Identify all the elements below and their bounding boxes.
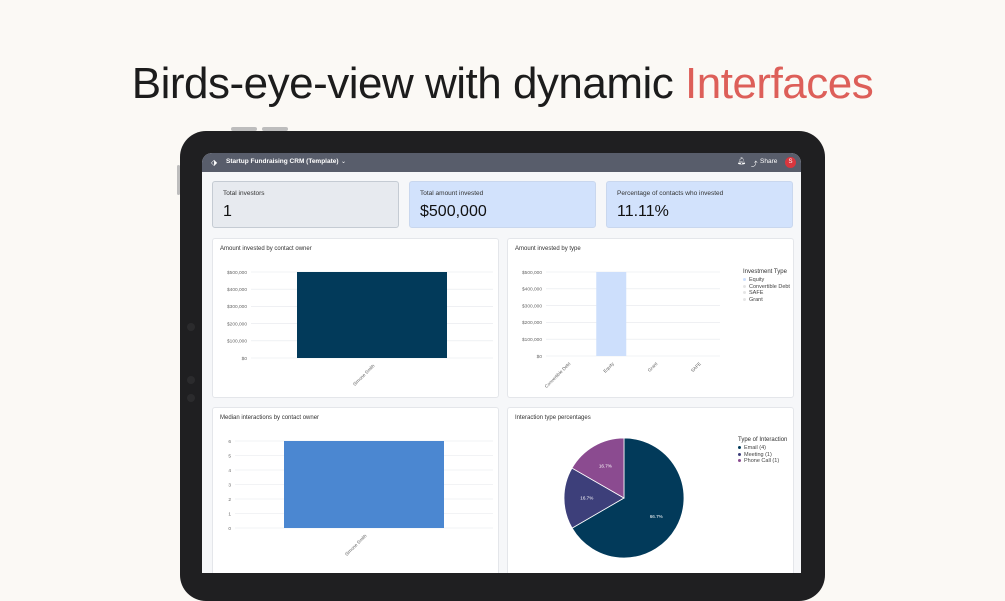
headline: Birds-eye-view with dynamic Interfaces xyxy=(0,58,1005,110)
y-tick-label: 1 xyxy=(228,511,231,517)
legend-item[interactable]: Grant xyxy=(743,297,790,304)
legend-title: Type of Interaction xyxy=(738,437,788,443)
app-screen: ⬗ Startup Fundraising CRM (Template) ⌄ 🔔… xyxy=(202,153,801,573)
kpi-total-investors[interactable]: Total investors 1 xyxy=(212,181,399,228)
chart-legend: Investment Type Equity Convertible Debt … xyxy=(743,269,790,303)
y-tick-label: $100,000 xyxy=(522,337,542,343)
kpi-label: Percentage of contacts who invested xyxy=(617,190,724,197)
x-tick-label: Simone Smith xyxy=(344,533,368,557)
camera-dot xyxy=(187,323,195,331)
chart-interaction-types: 66.7% 16.7% 16.7% xyxy=(563,437,685,559)
headline-accent: Interfaces xyxy=(685,59,874,108)
x-tick-label: Grant xyxy=(647,361,659,373)
camera-dot xyxy=(187,394,195,402)
legend-title: Investment Type xyxy=(743,269,787,275)
y-tick-label: 3 xyxy=(228,482,231,488)
y-tick-label: 0 xyxy=(228,526,231,532)
y-tick-label: $0 xyxy=(242,356,248,362)
chart-legend: Type of Interaction Email (4) Meeting (1… xyxy=(738,437,787,465)
bell-icon[interactable]: 🔔︎ xyxy=(737,157,746,165)
kpi-value: 1 xyxy=(223,203,232,220)
y-tick-label: $500,000 xyxy=(522,270,542,276)
y-tick-label: $0 xyxy=(537,354,543,360)
kpi-value: $500,000 xyxy=(420,203,487,220)
kpi-value: 11.11% xyxy=(617,203,669,220)
avatar[interactable]: S xyxy=(785,157,796,168)
share-icon[interactable]: ⤴ xyxy=(751,158,758,168)
chart-card-amount-by-type[interactable]: Amount invested by type $0 $100,000 $200,0… xyxy=(507,238,794,398)
y-tick-label: $200,000 xyxy=(227,321,247,327)
app-topbar: ⬗ Startup Fundraising CRM (Template) ⌄ 🔔… xyxy=(202,153,801,172)
chart-card-interaction-types[interactable]: Interaction type percentages 66.7% 16.7% 1… xyxy=(507,407,794,573)
headline-main: Birds-eye-view with dynamic xyxy=(131,59,686,108)
x-tick-label: SAFE xyxy=(690,361,702,373)
share-button[interactable]: Share xyxy=(760,158,777,165)
bar xyxy=(284,441,444,528)
x-tick-label: Simone Smith xyxy=(352,363,376,387)
camera-dot xyxy=(187,376,195,384)
bar xyxy=(297,272,447,358)
legend-item[interactable]: Phone Call (1) xyxy=(738,458,787,465)
y-tick-label: $100,000 xyxy=(227,339,247,345)
y-tick-label: 2 xyxy=(228,497,231,503)
kpi-total-amount[interactable]: Total amount invested $500,000 xyxy=(409,181,596,228)
kpi-label: Total investors xyxy=(223,190,265,197)
kpi-label: Total amount invested xyxy=(420,190,484,197)
dashboard: Total investors 1 Total amount invested … xyxy=(202,172,801,573)
app-title[interactable]: Startup Fundraising CRM (Template) xyxy=(226,158,339,165)
pie-label: 16.7% xyxy=(599,463,612,468)
chart-card-median-interactions[interactable]: Median interactions by contact owner 012… xyxy=(212,407,499,573)
y-tick-label: 5 xyxy=(228,453,231,459)
pie-label: 66.7% xyxy=(650,514,663,519)
tablet-volume-button xyxy=(262,127,288,131)
y-tick-label: $300,000 xyxy=(522,303,542,309)
kpi-percentage-invested[interactable]: Percentage of contacts who invested 11.1… xyxy=(606,181,793,228)
tag-icon[interactable]: ⬗ xyxy=(211,158,217,167)
y-tick-label: 4 xyxy=(228,468,231,474)
x-tick-label: Equity xyxy=(602,361,615,374)
x-tick-label: Convertible Debt xyxy=(544,361,572,389)
chart-amount-by-type: $0 $100,000 $200,000 $300,000 $400,000 $500,0… xyxy=(522,270,720,389)
y-tick-label: $400,000 xyxy=(522,287,542,293)
chart-median-interactions: 0 1 2 3 4 5 6 Simone Smith xyxy=(228,439,493,557)
y-tick-label: 6 xyxy=(228,439,231,445)
chart-amount-by-owner: $0 $100,000 $200,000 $300,000 $400,000 $500,0… xyxy=(227,270,493,387)
chevron-down-icon[interactable]: ⌄ xyxy=(341,158,346,165)
y-tick-label: $500,000 xyxy=(227,270,247,276)
y-tick-label: $300,000 xyxy=(227,304,247,310)
chart-card-amount-by-owner[interactable]: Amount invested by contact owner $0 $100,… xyxy=(212,238,499,398)
y-tick-label: $400,000 xyxy=(227,287,247,293)
tablet-power-button xyxy=(177,165,180,195)
pie-label: 16.7% xyxy=(580,496,593,501)
y-tick-label: $200,000 xyxy=(522,320,542,326)
bar xyxy=(596,272,627,356)
tablet-volume-button xyxy=(231,127,257,131)
